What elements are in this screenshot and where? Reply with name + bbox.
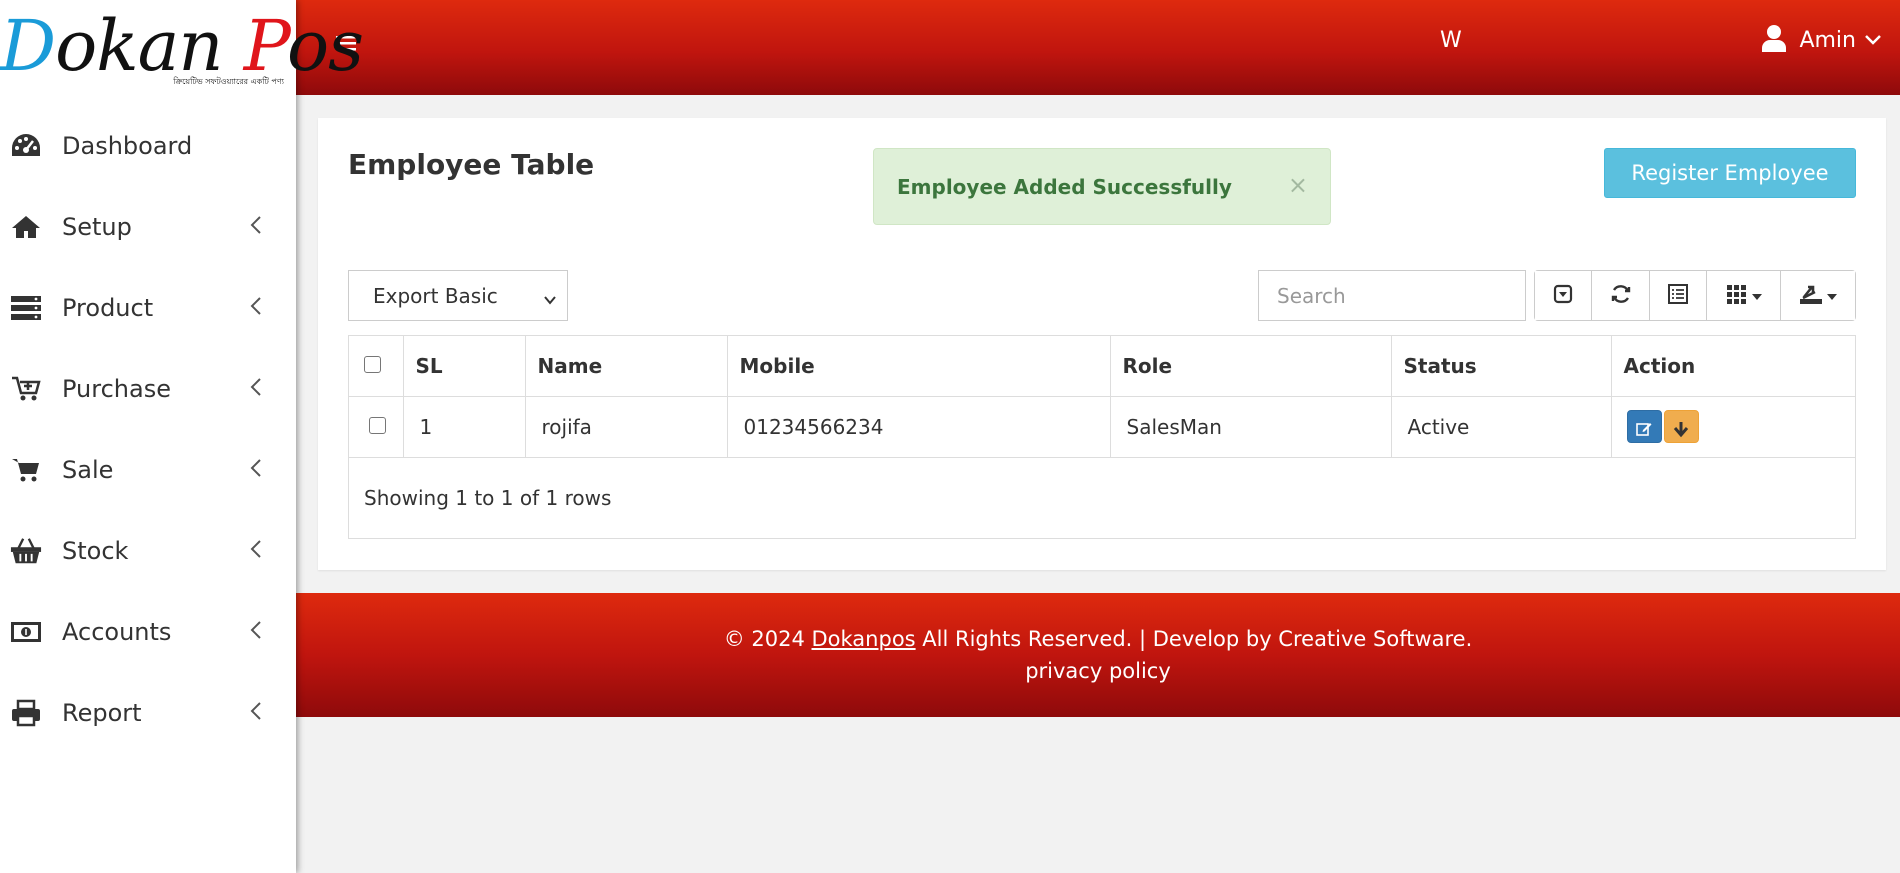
sidebar-item-label: Setup — [62, 212, 132, 241]
row-checkbox[interactable] — [369, 416, 386, 434]
sidebar-item-setup[interactable]: Setup — [0, 186, 296, 267]
chevron-left-icon — [250, 377, 262, 400]
chevron-left-icon — [250, 620, 262, 643]
dashboard-icon — [10, 130, 42, 162]
cell-action — [1611, 396, 1855, 458]
column-header-name[interactable]: Name — [525, 336, 728, 397]
table-row: 1 rojifa 01234566234 SalesMan Active — [349, 396, 1855, 458]
search-input[interactable] — [1258, 270, 1526, 321]
refresh-button[interactable] — [1592, 271, 1650, 320]
footer-prefix: © 2024 — [723, 627, 812, 651]
column-header-mobile[interactable]: Mobile — [727, 336, 1111, 397]
columns-dropdown-button[interactable] — [1707, 271, 1781, 320]
page-title: Employee Table — [348, 148, 595, 181]
cell-status: Active — [1391, 396, 1612, 458]
column-header-action: Action — [1611, 336, 1855, 397]
basket-icon — [10, 535, 42, 567]
sidebar-item-stock[interactable]: Stock — [0, 510, 296, 591]
cell-mobile: 01234566234 — [727, 396, 1111, 458]
list-alt-icon — [1667, 283, 1689, 309]
footer-copyright: © 2024 Dokanpos All Rights Reserved. | D… — [296, 627, 1900, 651]
sidebar-item-label: Product — [62, 293, 154, 322]
user-icon — [1761, 24, 1787, 56]
caret-down-icon — [1751, 286, 1762, 305]
grid-icon — [1726, 284, 1748, 308]
chevron-down-icon — [1864, 31, 1882, 50]
user-name: Amin — [1799, 27, 1856, 53]
sidebar-item-dashboard[interactable]: Dashboard — [0, 105, 296, 186]
sidebar-item-sale[interactable]: Sale — [0, 429, 296, 510]
export-dropdown-button[interactable] — [1781, 271, 1855, 320]
top-header: W Amin — [296, 0, 1900, 95]
pagination-info: Showing 1 to 1 of 1 rows — [364, 486, 612, 510]
toggle-pagination-button[interactable] — [1535, 271, 1592, 320]
table-header-row: SL Name Mobile Role Status Action — [349, 336, 1855, 397]
footer-suffix: All Rights Reserved. | Develop by Creati… — [915, 627, 1473, 651]
logo-wordmark: Dokan Pos — [0, 5, 364, 87]
refresh-icon — [1610, 283, 1632, 309]
header-marquee-text: W — [1440, 28, 1462, 53]
sidebar-item-label: Purchase — [62, 374, 171, 403]
sidebar-item-label: Dashboard — [62, 131, 193, 160]
print-icon — [10, 697, 42, 729]
money-icon — [10, 616, 42, 648]
edit-button[interactable] — [1626, 410, 1662, 443]
chevron-left-icon — [250, 458, 262, 481]
sidebar-item-label: Sale — [62, 455, 114, 484]
download-icon — [1799, 283, 1823, 309]
user-menu[interactable]: Amin — [1761, 24, 1882, 56]
success-alert: Employee Added Successfully × — [873, 148, 1331, 225]
logo-tagline: ক্রিয়েটিভ সফটওয়্যারের একটি পণ্য — [173, 77, 284, 86]
server-icon — [10, 292, 42, 324]
sidebar-item-purchase[interactable]: Purchase — [0, 348, 296, 429]
employee-table: SL Name Mobile Role Status Action 1 roji… — [348, 335, 1856, 539]
column-header-status[interactable]: Status — [1391, 336, 1612, 397]
row-select-cell — [349, 396, 404, 458]
export-select-value: Export Basic — [373, 283, 498, 308]
cart-icon — [10, 454, 42, 486]
toggle-view-button[interactable] — [1650, 271, 1707, 320]
privacy-policy-link[interactable]: privacy policy — [296, 659, 1900, 683]
sidebar-item-report[interactable]: Report — [0, 672, 296, 753]
export-type-select[interactable]: Export Basic — [348, 270, 568, 321]
alert-message: Employee Added Successfully — [897, 175, 1232, 199]
column-header-sl[interactable]: SL — [403, 336, 526, 397]
chevron-left-icon — [250, 539, 262, 562]
cell-name: rojifa — [525, 396, 728, 458]
cell-sl: 1 — [403, 396, 526, 458]
sidebar-item-label: Accounts — [62, 617, 172, 646]
caret-down-icon — [1827, 286, 1837, 305]
footer-brand-link[interactable]: Dokanpos — [812, 627, 916, 651]
chevron-left-icon — [250, 296, 262, 319]
logo[interactable]: Dokan Pos ক্রিয়েটিভ সফটওয়্যারের একটি প… — [0, 0, 364, 95]
table-toolbar — [1534, 270, 1856, 321]
cart-plus-icon — [10, 373, 42, 405]
cell-role: SalesMan — [1110, 396, 1392, 458]
sidebar-item-label: Report — [62, 698, 142, 727]
sidebar-item-product[interactable]: Product — [0, 267, 296, 348]
sidebar: Dokan Pos ক্রিয়েটিভ সফটওয়্যারের একটি প… — [0, 0, 364, 873]
footer: © 2024 Dokanpos All Rights Reserved. | D… — [296, 593, 1900, 717]
chevron-left-icon — [250, 215, 262, 238]
caret-square-down-icon — [1553, 284, 1573, 308]
home-icon — [10, 211, 42, 243]
download-button[interactable] — [1663, 410, 1699, 443]
select-all-cell — [349, 336, 404, 397]
arrow-down-icon — [1673, 421, 1689, 437]
column-header-role[interactable]: Role — [1110, 336, 1392, 397]
sidebar-item-label: Stock — [62, 536, 129, 565]
chevron-left-icon — [250, 701, 262, 724]
employee-table-panel: Employee Table Employee Added Successful… — [318, 118, 1886, 570]
alert-close-button[interactable]: × — [1288, 171, 1308, 199]
chevron-down-icon — [543, 288, 557, 312]
sidebar-item-accounts[interactable]: Accounts — [0, 591, 296, 672]
select-all-checkbox[interactable] — [364, 355, 381, 373]
register-employee-button[interactable]: Register Employee — [1604, 148, 1856, 198]
edit-icon — [1636, 422, 1652, 436]
